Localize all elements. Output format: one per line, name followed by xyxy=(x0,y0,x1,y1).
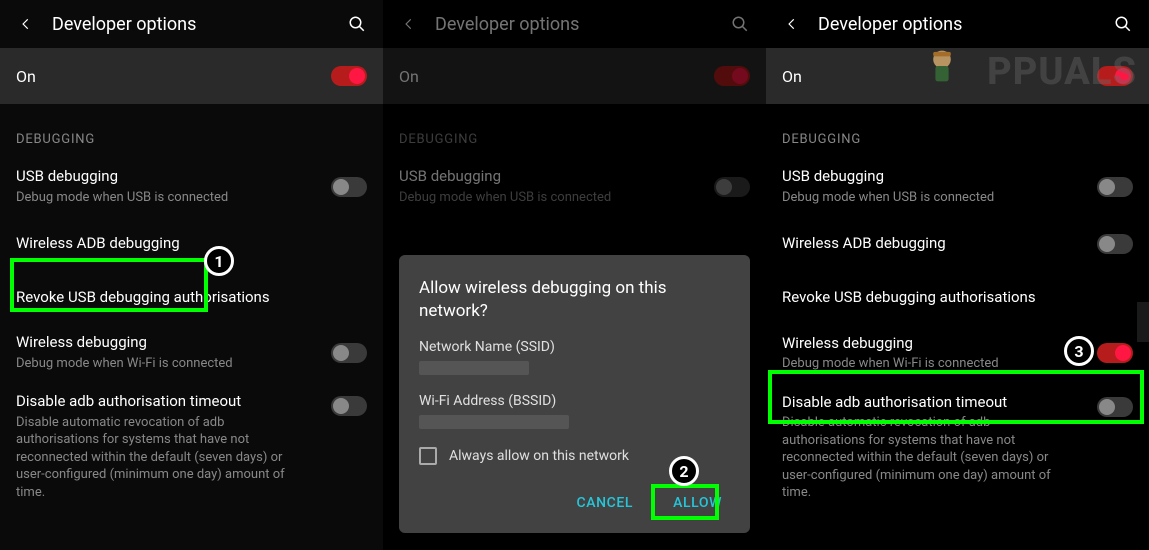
badge-1: 1 xyxy=(204,246,234,276)
section-debugging: DEBUGGING xyxy=(0,104,383,157)
watermark-text: PPUALS xyxy=(987,50,1137,94)
badge-2: 2 xyxy=(669,456,699,486)
wireless-debugging-toggle[interactable] xyxy=(331,343,367,363)
panel-2: Developer options On DEBUGGING USB debug… xyxy=(383,0,766,550)
section-debugging: DEBUGGING xyxy=(766,104,1149,157)
item-disable-adb-timeout[interactable]: Disable adb authorisation timeout Disabl… xyxy=(0,382,383,511)
disable-adb-toggle[interactable] xyxy=(1097,397,1133,417)
item-wireless-adb-debugging[interactable]: Wireless ADB debugging xyxy=(766,216,1149,272)
search-icon[interactable] xyxy=(345,12,369,36)
item-title: Wireless debugging xyxy=(16,333,331,353)
item-sub: Debug mode when Wi-Fi is connected xyxy=(16,355,331,373)
header: Developer options xyxy=(0,0,383,48)
item-sub: Debug mode when USB is connected xyxy=(16,189,331,207)
watermark-logo-icon xyxy=(920,44,964,88)
item-title: USB debugging xyxy=(782,167,1097,187)
item-sub: Debug mode when USB is connected xyxy=(782,189,1097,207)
item-usb-debugging[interactable]: USB debugging Debug mode when USB is con… xyxy=(766,157,1149,216)
item-wireless-debugging[interactable]: Wireless debugging Debug mode when Wi-Fi… xyxy=(0,323,383,382)
panel-1: Developer options On DEBUGGING USB debug… xyxy=(0,0,383,550)
item-title: Disable adb authorisation timeout xyxy=(16,392,331,412)
item-title: Wireless ADB debugging xyxy=(16,234,367,254)
disable-adb-toggle[interactable] xyxy=(331,396,367,416)
master-toggle-label: On xyxy=(16,67,36,86)
bssid-label: Wi-Fi Address (BSSID) xyxy=(419,393,730,409)
item-title: Revoke USB debugging authorisations xyxy=(16,288,367,308)
wireless-debugging-dialog: Allow wireless debugging on this network… xyxy=(399,255,750,533)
item-sub: Disable automatic revocation of adb auth… xyxy=(782,414,1097,502)
item-title: Wireless debugging xyxy=(782,334,1097,354)
item-revoke-usb[interactable]: Revoke USB debugging authorisations xyxy=(0,272,383,324)
allow-button[interactable]: ALLOW xyxy=(665,489,730,517)
dialog-title: Allow wireless debugging on this network… xyxy=(419,277,730,323)
always-allow-label: Always allow on this network xyxy=(449,448,629,464)
item-wireless-adb-debugging[interactable]: Wireless ADB debugging xyxy=(0,216,383,272)
item-disable-adb-timeout[interactable]: Disable adb authorisation timeout Disabl… xyxy=(766,383,1149,512)
item-sub: Disable automatic revocation of adb auth… xyxy=(16,414,331,502)
master-toggle-row[interactable]: On xyxy=(0,48,383,104)
item-title: Revoke USB debugging authorisations xyxy=(782,288,1133,308)
back-icon[interactable] xyxy=(14,12,38,36)
page-title: Developer options xyxy=(818,14,1111,35)
bssid-value-redacted xyxy=(419,415,569,429)
back-icon[interactable] xyxy=(780,12,804,36)
master-toggle-label: On xyxy=(782,67,802,86)
badge-3: 3 xyxy=(1064,336,1094,366)
item-title: Wireless ADB debugging xyxy=(782,234,1097,254)
ssid-value-redacted xyxy=(419,361,529,375)
side-tab xyxy=(1137,302,1149,342)
always-allow-checkbox[interactable] xyxy=(419,447,437,465)
usb-debugging-toggle[interactable] xyxy=(331,177,367,197)
item-revoke-usb[interactable]: Revoke USB debugging authorisations xyxy=(766,272,1149,324)
item-title: USB debugging xyxy=(16,167,331,187)
page-title: Developer options xyxy=(52,14,345,35)
cancel-button[interactable]: CANCEL xyxy=(568,489,641,517)
usb-debugging-toggle[interactable] xyxy=(1097,177,1133,197)
item-title: Disable adb authorisation timeout xyxy=(782,393,1097,413)
item-usb-debugging[interactable]: USB debugging Debug mode when USB is con… xyxy=(0,157,383,216)
header: Developer options xyxy=(766,0,1149,48)
master-toggle-switch[interactable] xyxy=(331,66,367,86)
ssid-label: Network Name (SSID) xyxy=(419,339,730,355)
item-sub: Debug mode when Wi-Fi is connected xyxy=(782,355,1097,373)
search-icon[interactable] xyxy=(1111,12,1135,36)
wireless-debugging-toggle[interactable] xyxy=(1097,343,1133,363)
wireless-adb-toggle[interactable] xyxy=(1097,234,1133,254)
